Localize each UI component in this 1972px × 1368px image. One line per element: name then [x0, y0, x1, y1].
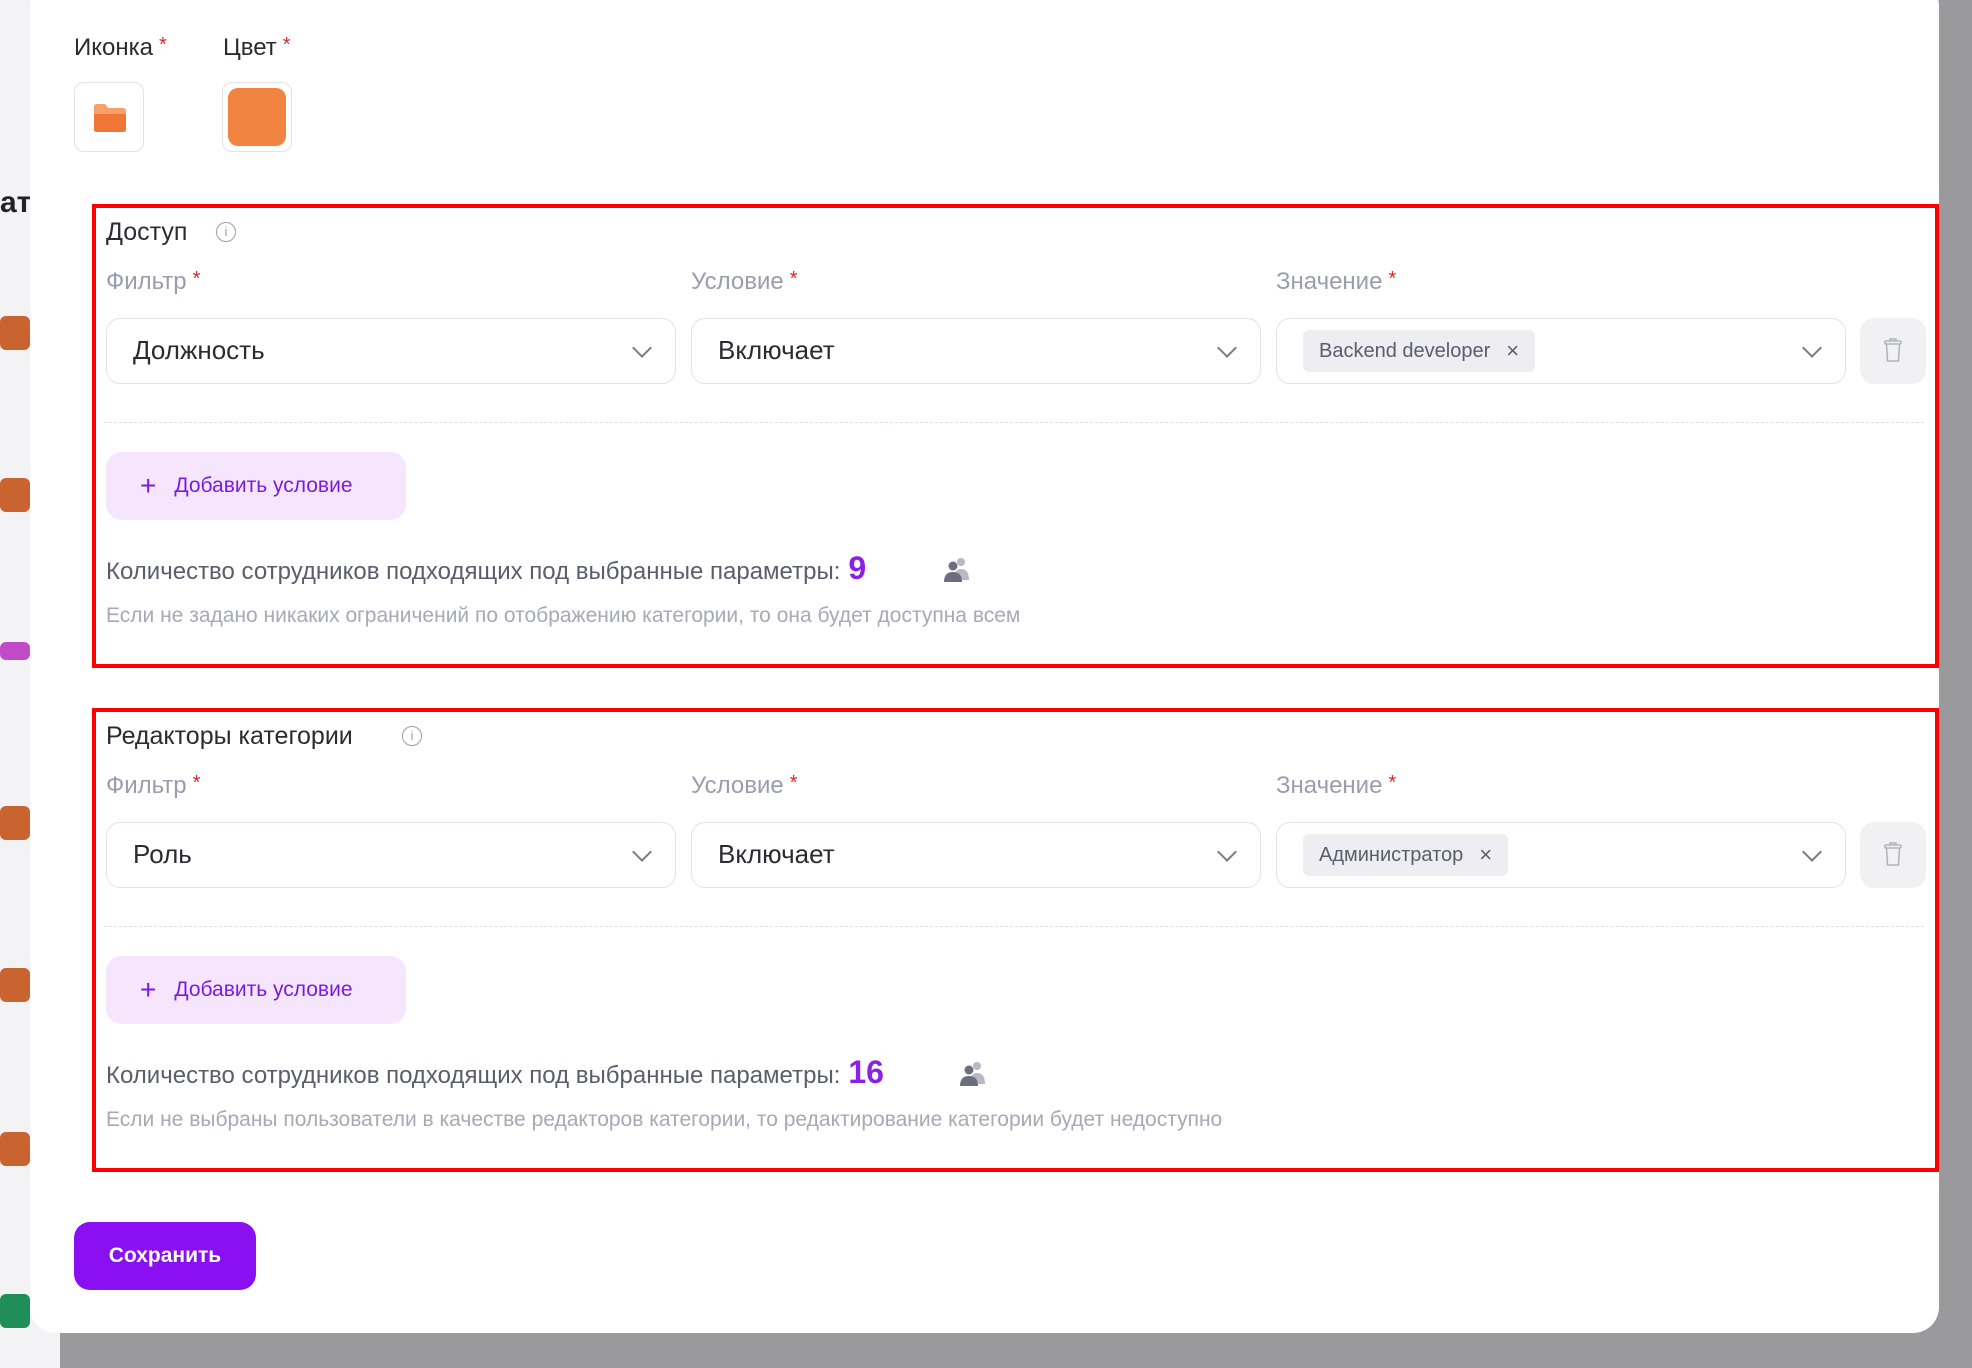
condition-select-value: Включает: [718, 839, 835, 869]
filter-select[interactable]: Должность: [106, 318, 676, 384]
add-condition-label: Добавить условие: [174, 474, 353, 497]
info-icon[interactable]: i: [402, 726, 422, 746]
delete-condition-button[interactable]: [1860, 822, 1926, 888]
condition-select[interactable]: Включает: [691, 822, 1261, 888]
background-folder-icon: [0, 316, 30, 350]
category-settings-modal: Иконка * Цвет * Доступ i Фильтр * Условие * …: [30, 0, 1939, 1333]
plus-icon: +: [140, 470, 157, 501]
chevron-down-icon: [1217, 338, 1237, 358]
filter-select-value: Роль: [133, 839, 192, 869]
employee-count-line: Количество сотрудников подходящих под вы…: [106, 550, 867, 586]
close-icon[interactable]: ×: [1479, 842, 1492, 868]
condition-label: Условие *: [691, 772, 798, 799]
background-folder-icon: [0, 478, 30, 512]
employee-count-value: 9: [848, 550, 867, 586]
condition-label: Условие *: [691, 268, 798, 295]
employee-count-value: 16: [848, 1054, 884, 1090]
add-condition-label: Добавить условие: [174, 978, 353, 1001]
editors-title: Редакторы категории: [106, 722, 353, 750]
value-label: Значение *: [1276, 268, 1397, 295]
value-select[interactable]: Администратор ×: [1276, 822, 1846, 888]
chevron-down-icon: [1802, 842, 1822, 862]
access-hint: Если не задано никаких ограничений по от…: [106, 604, 1021, 627]
add-condition-button[interactable]: + Добавить условие: [106, 452, 406, 520]
trash-icon: [1884, 338, 1902, 362]
icon-label: Иконка *: [74, 34, 167, 61]
info-icon[interactable]: i: [216, 222, 236, 242]
background-folder-icon: [0, 1132, 30, 1166]
condition-select[interactable]: Включает: [691, 318, 1261, 384]
close-icon[interactable]: ×: [1506, 338, 1519, 364]
filter-label: Фильтр *: [106, 268, 201, 295]
plus-icon: +: [140, 974, 157, 1005]
trash-icon: [1884, 842, 1902, 866]
background-folder-icon: [0, 968, 30, 1002]
condition-select-value: Включает: [718, 335, 835, 365]
chevron-down-icon: [632, 842, 652, 862]
background-edge-text: ат: [0, 186, 32, 219]
folder-icon: [94, 104, 126, 132]
background-folder-icon: [0, 642, 30, 660]
save-button[interactable]: Сохранить: [74, 1222, 256, 1290]
icon-picker[interactable]: [74, 82, 144, 152]
value-chip: Backend developer ×: [1303, 330, 1536, 372]
filter-select-value: Должность: [133, 335, 265, 365]
access-section: Доступ i Фильтр * Условие * Значение * Долж…: [92, 204, 1939, 668]
people-icon: [960, 1062, 985, 1086]
color-picker[interactable]: [222, 82, 292, 152]
delete-condition-button[interactable]: [1860, 318, 1926, 384]
divider: [104, 422, 1924, 423]
employee-count-line: Количество сотрудников подходящих под вы…: [106, 1054, 884, 1090]
add-condition-button[interactable]: + Добавить условие: [106, 956, 406, 1024]
chevron-down-icon: [632, 338, 652, 358]
value-select[interactable]: Backend developer ×: [1276, 318, 1846, 384]
people-icon: [944, 558, 969, 582]
background-folder-icon: [0, 1294, 30, 1328]
color-swatch: [228, 88, 286, 146]
value-chip-label: Backend developer: [1319, 339, 1491, 362]
divider: [104, 926, 1924, 927]
filter-label: Фильтр *: [106, 772, 201, 799]
value-label: Значение *: [1276, 772, 1397, 799]
value-chip-label: Администратор: [1319, 843, 1464, 866]
background-folder-icon: [0, 806, 30, 840]
chevron-down-icon: [1217, 842, 1237, 862]
editors-section: Редакторы категории i Фильтр * Условие * З…: [92, 708, 1939, 1172]
value-chip: Администратор ×: [1303, 834, 1509, 876]
color-label: Цвет *: [223, 34, 291, 61]
editors-hint: Если не выбраны пользователи в качестве …: [106, 1108, 1223, 1131]
chevron-down-icon: [1802, 338, 1822, 358]
filter-select[interactable]: Роль: [106, 822, 676, 888]
access-title: Доступ: [106, 218, 188, 246]
